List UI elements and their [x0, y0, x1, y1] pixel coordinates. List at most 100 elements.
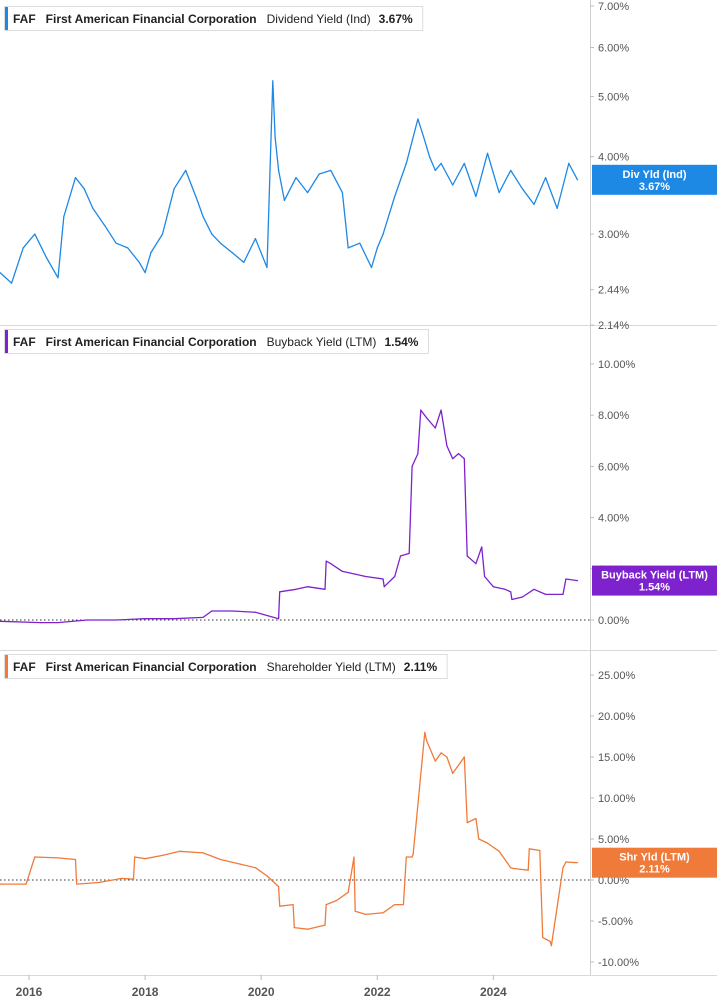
- y-tick-label: 2.14%: [598, 320, 629, 332]
- data-point: [219, 242, 222, 244]
- data-point: [576, 862, 579, 864]
- data-point: [295, 177, 297, 179]
- data-point: [481, 546, 483, 548]
- data-point: [211, 610, 213, 612]
- data-point: [492, 586, 494, 588]
- legend-company: First American Financial Corporation: [46, 12, 257, 26]
- data-point: [504, 588, 506, 590]
- data-point: [521, 596, 524, 598]
- data-point: [121, 877, 123, 880]
- data-point: [57, 622, 59, 624]
- data-point: [576, 580, 579, 582]
- data-point: [336, 899, 338, 902]
- legend-swatch: [5, 330, 8, 353]
- data-point: [399, 555, 402, 557]
- value-badge: Shr Yld (LTM)2.11%: [592, 847, 717, 878]
- data-point: [347, 247, 349, 249]
- data-point: [424, 731, 426, 734]
- data-point: [237, 863, 239, 865]
- data-point: [219, 858, 222, 861]
- legend-value: 2.11%: [404, 660, 438, 674]
- data-point: [510, 169, 512, 171]
- legend-company: First American Financial Corporation: [46, 660, 257, 674]
- y-tick-label: 3.00%: [598, 229, 629, 241]
- data-point: [127, 247, 129, 249]
- legend-swatch: [5, 655, 8, 678]
- data-point: [434, 760, 436, 762]
- data-point: [382, 578, 384, 580]
- data-point: [423, 136, 425, 138]
- data-point: [279, 905, 281, 907]
- data-point: [528, 848, 530, 850]
- data-point: [211, 233, 213, 235]
- data-point: [132, 878, 135, 880]
- data-point: [34, 856, 36, 858]
- data-point: [185, 169, 187, 171]
- data-point: [254, 867, 256, 869]
- data-point: [484, 575, 486, 578]
- data-point: [144, 858, 146, 860]
- legend-box: FAF First American Financial Corporation D…: [4, 6, 424, 31]
- data-point: [411, 856, 413, 858]
- data-point: [365, 913, 367, 916]
- data-point: [202, 852, 204, 854]
- data-point: [434, 427, 436, 429]
- data-point: [556, 207, 558, 209]
- data-point: [134, 856, 136, 858]
- y-tick-label: 20.00%: [598, 711, 636, 723]
- data-point: [307, 192, 309, 194]
- y-tick-label: 5.00%: [598, 834, 629, 846]
- data-point: [457, 453, 460, 455]
- data-point: [278, 618, 280, 620]
- data-point: [452, 184, 454, 186]
- data-point: [231, 252, 233, 254]
- legend-ticker: FAF: [13, 12, 36, 26]
- data-point: [353, 573, 355, 575]
- data-point: [549, 940, 551, 943]
- legend-swatch: [5, 7, 8, 30]
- data-point: [466, 555, 468, 557]
- legend-metric: Buyback Yield (LTM): [267, 335, 377, 349]
- data-point: [402, 904, 404, 906]
- value-badge: Buyback Yield (LTM)1.54%: [592, 565, 717, 596]
- data-point: [307, 928, 309, 930]
- value-badge-label: Buyback Yield (LTM): [601, 570, 708, 582]
- data-point: [92, 207, 94, 209]
- series-line: [0, 731, 578, 947]
- chart-panel-2: 0.00%2.00%4.00%6.00%8.00%10.00%FAFFirst …: [0, 329, 717, 627]
- data-point: [365, 575, 367, 578]
- chart-panel-3: -10.00%-5.00%0.00%5.00%10.00%15.00%20.00…: [0, 654, 717, 969]
- charts-canvas: 2.14% 2.44% 3.00% 4.00% 5.00% 6.00% 7.00% FAF Fi…: [0, 0, 717, 999]
- data-point: [307, 586, 309, 588]
- legend-company: First American Financial Corporation: [46, 335, 257, 349]
- data-point: [173, 618, 175, 620]
- data-point: [295, 588, 297, 590]
- data-point: [412, 853, 414, 855]
- data-point: [266, 875, 268, 877]
- data-point: [63, 216, 65, 218]
- data-point: [562, 593, 564, 596]
- data-point: [359, 242, 361, 244]
- y-tick-label: 4.00%: [598, 513, 629, 525]
- value-badge-value: 1.54%: [639, 582, 670, 594]
- y-tick-label: 6.00%: [598, 461, 629, 473]
- data-point: [426, 740, 428, 742]
- x-axis: 2016 2018 2020 2022 2024: [0, 975, 717, 999]
- y-tick-label: 25.00%: [598, 670, 636, 682]
- chart-panel-1: 2.14% 2.44% 3.00% 4.00% 5.00% 6.00% 7.00% FAF Fi…: [0, 1, 717, 332]
- data-point: [405, 162, 407, 164]
- data-point: [254, 238, 256, 240]
- data-point: [382, 233, 384, 235]
- legend-box: FAF First American Financial Corporation S…: [4, 654, 448, 679]
- data-point: [440, 752, 442, 754]
- data-point: [463, 458, 465, 460]
- data-point: [550, 945, 553, 947]
- legend-metric: Shareholder Yield (LTM): [267, 660, 396, 674]
- y-tick-label: 8.00%: [598, 410, 629, 422]
- data-point: [383, 586, 385, 588]
- data-point: [40, 622, 42, 624]
- data-point: [475, 817, 477, 820]
- data-point: [173, 188, 175, 190]
- data-point: [417, 118, 419, 120]
- data-point: [243, 261, 245, 263]
